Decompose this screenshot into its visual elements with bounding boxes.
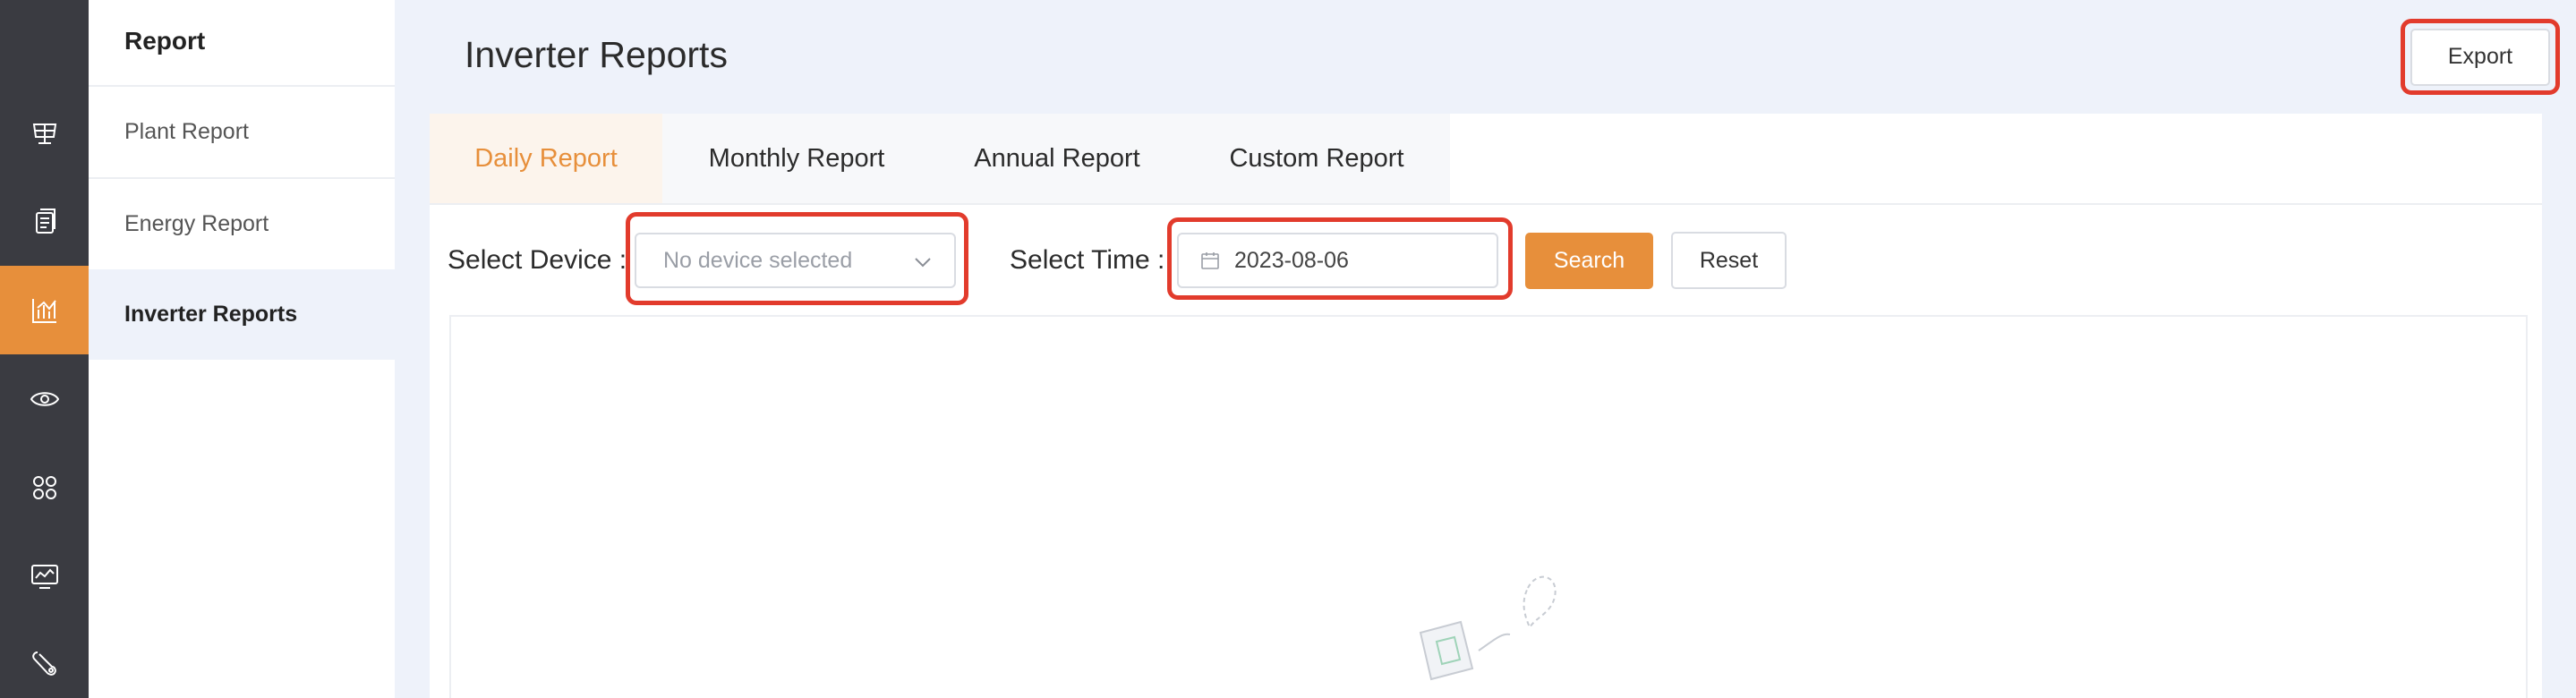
rail-item-apps[interactable] <box>0 443 89 532</box>
sidebar-item-plant-report[interactable]: Plant Report <box>89 87 395 177</box>
time-label: Select Time : <box>1010 245 1165 275</box>
sidebar-item-energy-report[interactable]: Energy Report <box>89 179 395 269</box>
page-title: Inverter Reports <box>465 34 728 75</box>
tab-custom-report[interactable]: Custom Report <box>1183 114 1450 203</box>
export-button[interactable]: Export <box>2410 28 2550 86</box>
search-button[interactable]: Search <box>1525 233 1653 289</box>
report-card: Daily Report Monthly Report Annual Repor… <box>430 114 2542 698</box>
empty-data-illustration <box>1419 575 1557 681</box>
bar-chart-icon <box>31 298 56 323</box>
rail-item-tools[interactable] <box>0 620 89 698</box>
sidebar-item-inverter-reports[interactable]: Inverter Reports <box>89 269 395 360</box>
sidebar-item-label: Energy Report <box>124 211 269 236</box>
icon-rail <box>0 0 89 698</box>
report-tabs: Daily Report Monthly Report Annual Repor… <box>430 114 1450 203</box>
sidebar-title: Report <box>124 27 206 55</box>
device-select[interactable]: No device selected <box>635 233 956 288</box>
date-picker[interactable]: 2023-08-06 <box>1177 233 1498 288</box>
rail-item-screen[interactable] <box>0 532 89 620</box>
device-label: Select Device : <box>448 245 627 275</box>
apps-icon <box>32 475 56 499</box>
rail-item-monitor[interactable] <box>0 354 89 443</box>
tabs-divider <box>430 203 2542 205</box>
tab-daily-report[interactable]: Daily Report <box>430 114 662 203</box>
device-select-placeholder: No device selected <box>663 247 853 273</box>
solar-panel-icon <box>32 123 56 144</box>
rail-item-devices[interactable] <box>0 177 89 266</box>
eye-icon <box>30 391 59 406</box>
rail-item-solar[interactable] <box>0 89 89 177</box>
date-value: 2023-08-06 <box>1234 247 1349 273</box>
device-list-icon <box>35 208 55 234</box>
sidebar-item-label: Plant Report <box>124 119 249 144</box>
tools-icon <box>31 651 56 676</box>
sidebar-item-label: Inverter Reports <box>124 302 298 327</box>
tab-annual-report[interactable]: Annual Report <box>931 114 1183 203</box>
report-sidebar: Report Plant Report Energy Report Invert… <box>89 0 395 698</box>
chevron-down-icon <box>915 258 931 268</box>
export-highlight: Export <box>2401 19 2560 95</box>
rail-item-reports[interactable] <box>0 266 89 354</box>
tab-monthly-report[interactable]: Monthly Report <box>662 114 931 203</box>
reset-button[interactable]: Reset <box>1671 232 1787 289</box>
monitor-icon <box>30 564 58 589</box>
calendar-icon <box>1201 252 1219 269</box>
